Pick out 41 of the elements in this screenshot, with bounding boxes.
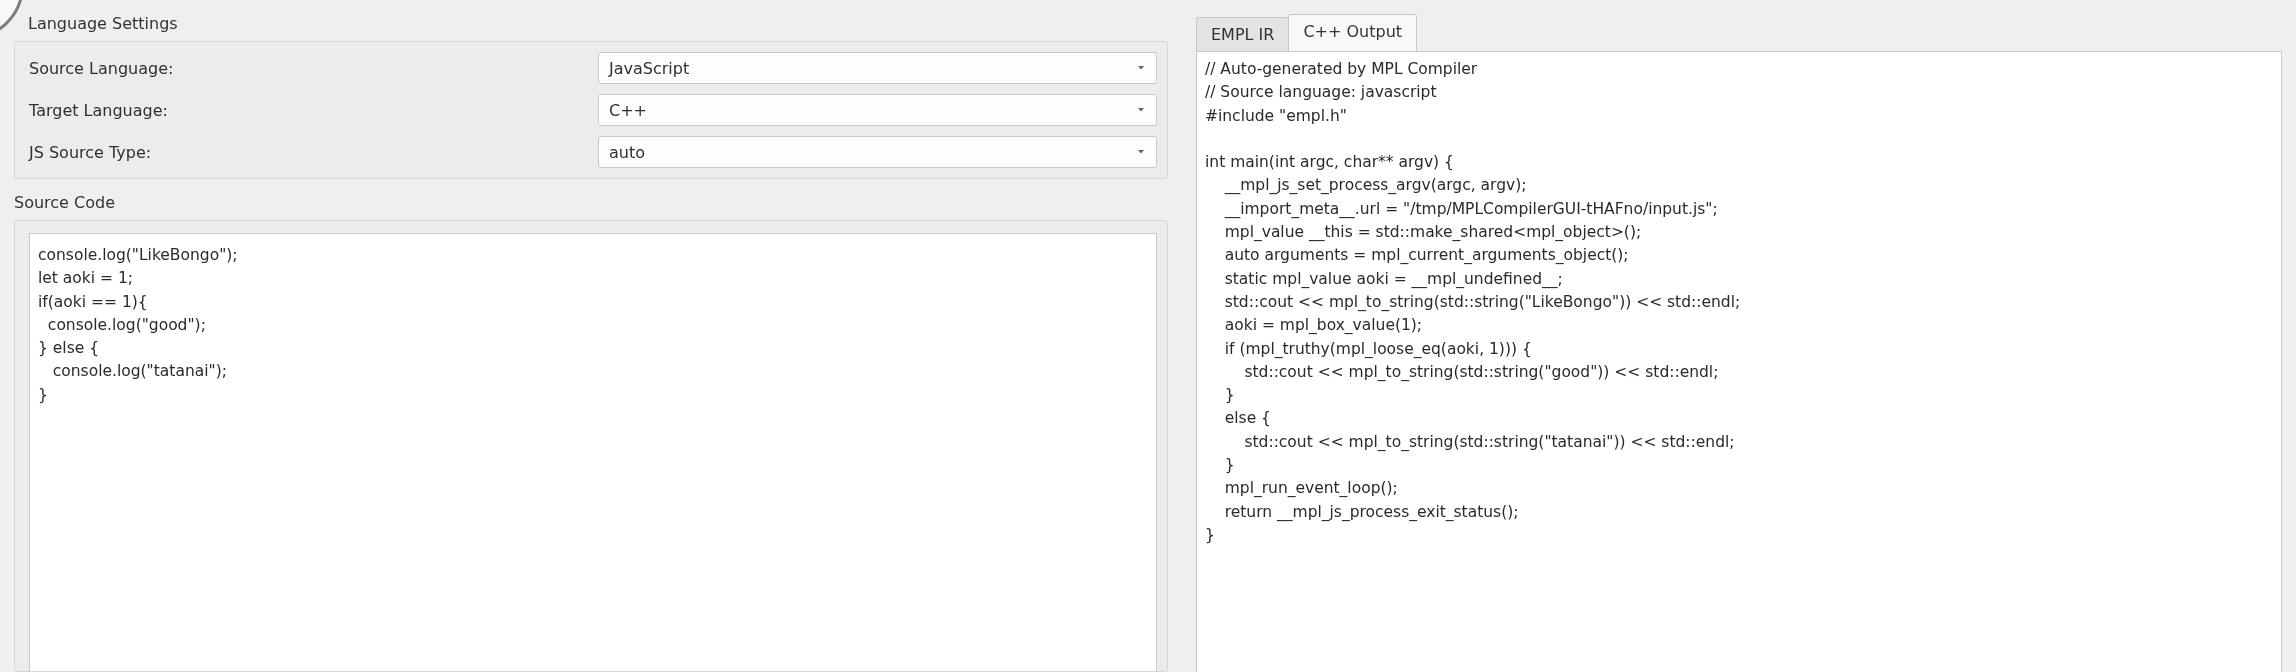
dropdown[interactable]: auto <box>598 136 1157 168</box>
code-line: console.log("tatanai"); <box>51 361 228 383</box>
code-line: let aoki = 1; <box>38 268 135 290</box>
dropdown-caret-icon <box>1136 107 1146 113</box>
code-line: // Source language: javascript <box>1205 82 1438 104</box>
code-line: aoki = mpl_box_value(1); <box>1223 315 1424 337</box>
code-line: } <box>1223 385 1236 407</box>
code-line: std::cout << mpl_to_string(std::string("LikeBongo")) << std::endl; <box>1223 291 1742 313</box>
code-line: __mpl_js_set_process_argv(argc, argv); <box>1223 175 1528 197</box>
code-line: } else { <box>38 338 101 360</box>
group-title: Language Settings <box>28 14 178 33</box>
tab[interactable]: C++ Output <box>1288 14 1418 51</box>
code-line: auto arguments = mpl_current_arguments_object(); <box>1223 245 1630 267</box>
code-line: console.log("good"); <box>46 314 207 336</box>
code-line: #include "empl.h" <box>1205 105 1348 127</box>
dropdown[interactable]: C++ <box>598 94 1157 126</box>
code-line: std::cout << mpl_to_string(std::string("tatanai")) << std::endl; <box>1243 431 1736 453</box>
code-editor[interactable]: console.log("LikeBongo"); let aoki = 1; if(aoki == 1){ console.log("good"); } else { console.log("tatanai"); } <box>29 233 1157 671</box>
code-line: mpl_value __this = std::make_shared<mpl_object>(); <box>1223 222 1643 244</box>
code-line: std::cout << mpl_to_string(std::string("good")) << std::endl; <box>1243 361 1720 383</box>
field-label: Source Language: <box>29 58 175 78</box>
field-label: JS Source Type: <box>29 142 153 162</box>
dropdown[interactable]: JavaScript <box>598 52 1157 84</box>
code-line: } <box>1205 524 1216 546</box>
code-line: int main(int argc, char** argv) { <box>1205 152 1455 174</box>
dropdown-caret-icon <box>1136 149 1146 155</box>
code-line: console.log("LikeBongo"); <box>38 245 239 266</box>
code-line: return __mpl_js_process_exit_status(); <box>1223 501 1520 524</box>
group-title: Source Code <box>14 193 115 212</box>
code-line: else { <box>1223 408 1272 430</box>
dropdown-caret-icon <box>1136 65 1146 71</box>
code-line: if (mpl_truthy(mpl_loose_eq(aoki, 1))) { <box>1223 338 1533 360</box>
field-label: Target Language: <box>29 100 169 120</box>
code-line: static mpl_value aoki = __mpl_undefined__; <box>1223 268 1564 291</box>
code-line: } <box>1223 455 1236 477</box>
code-line: // Auto-generated by MPL Compiler <box>1205 59 1479 80</box>
code-line: } <box>38 384 49 406</box>
code-line: mpl_run_event_loop(); <box>1223 478 1399 500</box>
code-line: __import_meta__.url = "/tmp/MPLCompilerGUI-tHAFno/input.js"; <box>1223 198 1719 221</box>
code-line: if(aoki == 1){ <box>38 291 149 313</box>
tab[interactable]: EMPL IR <box>1196 17 1290 51</box>
